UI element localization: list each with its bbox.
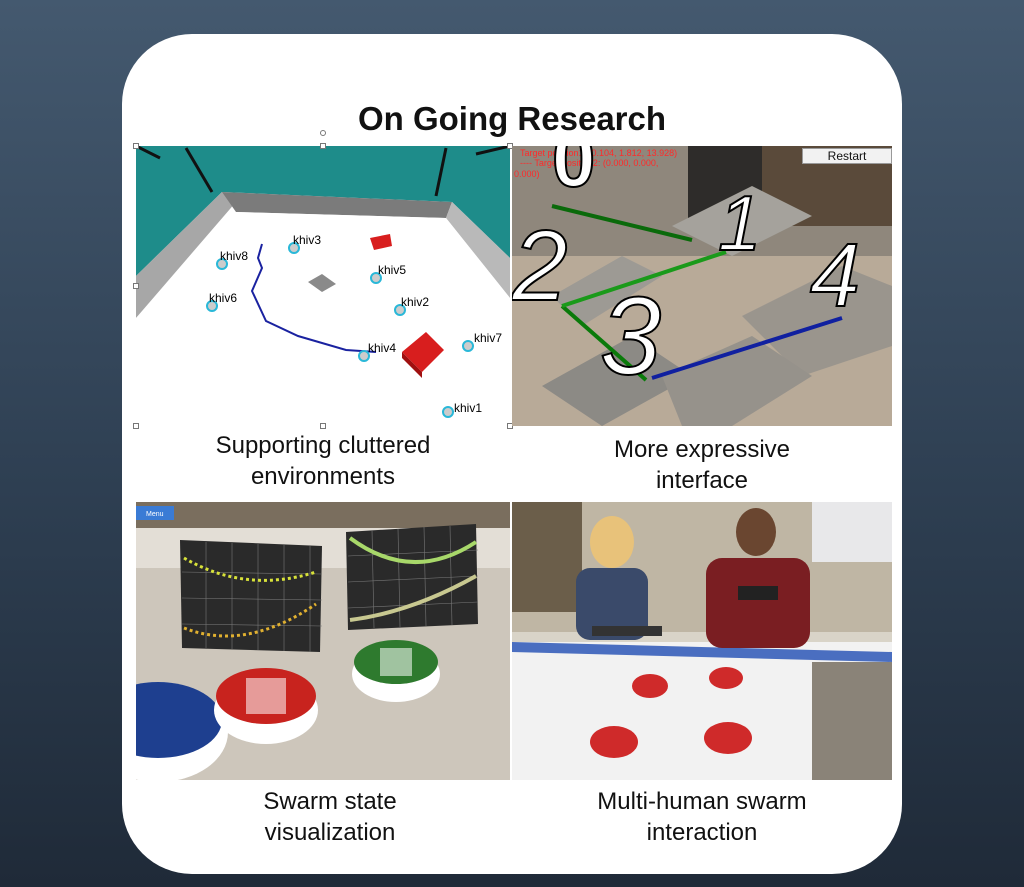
vuforia-watermark: vuforia [150,757,192,773]
robot-label: khiv7 [474,331,502,345]
robot-label: khiv2 [401,295,429,309]
robot-label: khiv8 [220,249,248,263]
multi-human-image [512,502,892,780]
resize-handle[interactable] [320,143,326,149]
caption-line: interaction [646,819,758,846]
ar-interface-image: Target position1: (0.104, 1.812, 13.928)… [512,146,892,426]
resize-handle[interactable] [133,283,139,289]
menu-button-label[interactable]: Menu [146,511,164,518]
caption-line: Swarm state [263,788,397,815]
robot-label: khiv3 [293,233,321,247]
waypoint-digit-3: 3 [600,275,661,398]
caption-line: visualization [264,819,396,846]
resize-handle[interactable] [133,143,139,149]
robot-label: khiv5 [378,263,406,277]
caption-line: Multi-human swarm [597,788,807,815]
caption-multi-human: Multi-human swarm interaction [540,786,864,848]
caption-line: interface [655,467,749,494]
slide-title: On Going Research [357,100,667,137]
waypoint-digit-4: 4 [810,226,860,326]
robot-label: khiv4 [368,341,396,355]
resize-handle[interactable] [320,130,326,136]
caption-line: More expressive [613,436,791,463]
robot-label: khiv6 [209,291,237,305]
caption-line: Supporting cluttered [215,432,431,459]
waypoint-digit-1: 1 [718,179,761,267]
target-position-text: Target position1: (0.104, 1.812, 13.928) [520,148,677,158]
resize-handle[interactable] [133,423,139,429]
waypoint-digit-2: 2 [512,210,568,322]
waypoint-digit-0: 0 [552,146,595,203]
caption-line: environments [250,463,396,490]
caption-swarm-state: Swarm state visualization [180,786,480,848]
caption-cluttered: Supporting cluttered environments [160,430,486,492]
simulation-image: khiv8 khiv3 khiv5 khiv6 khiv2 khiv4 khiv… [136,146,510,425]
restart-button[interactable]: Restart [802,148,892,164]
restart-button-label: Restart [827,149,867,163]
target-position-text: 0.000) [514,169,540,179]
resize-handle[interactable] [320,423,326,429]
caption-expressive: More expressive interface [540,434,864,496]
robot-label: khiv1 [454,401,482,415]
swarm-state-image: Menu vuforia [136,502,510,780]
